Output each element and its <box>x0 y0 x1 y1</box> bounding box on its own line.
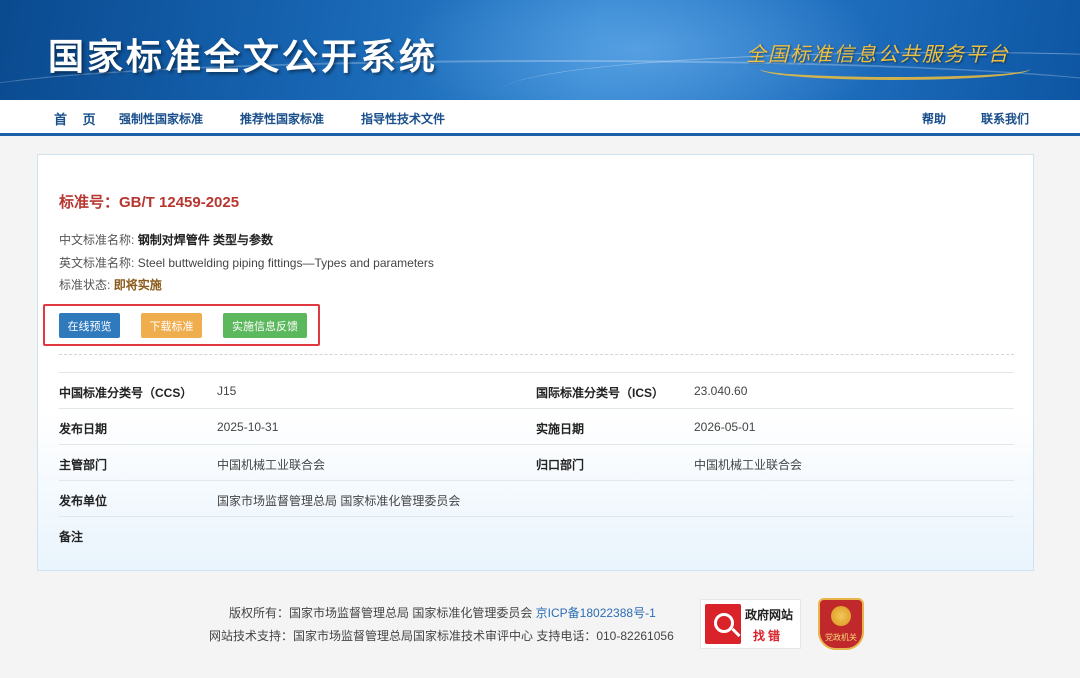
publish-date-value: 2025-10-31 <box>217 420 279 434</box>
icp-link[interactable]: 京ICP备18022388号-1 <box>536 606 656 620</box>
header-banner: 国家标准全文公开系统 全国标准信息公共服务平台 <box>0 0 1080 100</box>
standard-detail-card: 标准号：GB/T 12459-2025 中文标准名称: 钢制对焊管件 类型与参数… <box>37 154 1034 571</box>
party-badge-label: 党政机关 <box>825 633 857 642</box>
impl-date-label: 实施日期 <box>536 422 585 436</box>
magnifier-handle <box>731 627 741 638</box>
cn-name-label: 中文标准名称: <box>59 233 135 247</box>
publish-date-label: 发布日期 <box>59 422 108 436</box>
en-name-label: 英文标准名称: <box>59 256 135 270</box>
ics-value: 23.040.60 <box>694 384 748 398</box>
gov-badge-title: 政府网站 <box>745 608 794 622</box>
party-government-badge[interactable]: 党政机关 <box>818 598 864 650</box>
detail-row-departments: 主管部门 中国机械工业联合会 归口部门 中国机械工业联合会 <box>59 444 1014 480</box>
nav-guidance[interactable]: 指导性技术文件 <box>361 110 445 127</box>
nav-home[interactable]: 首 页 <box>54 109 102 128</box>
detail-row-dates: 发布日期 2025-10-31 实施日期 2026-05-01 <box>59 408 1014 444</box>
status-label: 标准状态: <box>59 278 111 292</box>
gov-badge-subtitle: 找错 <box>753 629 784 643</box>
divider <box>59 354 1014 355</box>
publisher-label: 发布单位 <box>59 494 108 508</box>
en-name-value: Steel buttwelding piping fittings—Types … <box>137 256 434 270</box>
copyright-text: 版权所有：国家市场监督管理总局 国家标准化管理委员会 <box>229 606 536 620</box>
remark-label: 备注 <box>59 530 84 544</box>
nav-contact[interactable]: 联系我们 <box>981 110 1029 127</box>
main-nav: 首 页 强制性国家标准 推荐性国家标准 指导性技术文件 帮助 联系我们 <box>0 100 1080 136</box>
detail-row-classification: 中国标准分类号（CCS） J15 国际标准分类号（ICS） 23.040.60 <box>59 372 1014 408</box>
site-slogan: 全国标准信息公共服务平台 <box>746 42 1010 66</box>
ics-label: 国际标准分类号（ICS） <box>536 386 665 400</box>
standard-number: 标准号：GB/T 12459-2025 <box>59 191 239 212</box>
site-title: 国家标准全文公开系统 <box>48 37 439 78</box>
impl-date-value: 2026-05-01 <box>694 420 756 434</box>
status-badge: 即将实施 <box>113 278 162 292</box>
ccs-value: J15 <box>217 384 237 398</box>
nav-mandatory[interactable]: 强制性国家标准 <box>119 110 203 127</box>
detail-row-remark: 备注 <box>59 516 1014 552</box>
emblem-icon <box>831 606 851 626</box>
authority-value: 中国机械工业联合会 <box>217 458 326 472</box>
standard-number-label: 标准号： <box>59 194 120 211</box>
standard-number-value: GB/T 12459-2025 <box>119 194 240 211</box>
tc-label: 归口部门 <box>536 458 585 472</box>
ccs-label: 中国标准分类号（CCS） <box>59 386 193 400</box>
magnifier-icon <box>705 604 741 644</box>
cn-name-line: 中文标准名称: 钢制对焊管件 类型与参数 <box>59 231 273 248</box>
publisher-value: 国家市场监督管理总局 国家标准化管理委员会 <box>217 494 461 508</box>
authority-label: 主管部门 <box>59 458 108 472</box>
nav-recommended[interactable]: 推荐性国家标准 <box>240 110 324 127</box>
nav-help[interactable]: 帮助 <box>922 110 946 127</box>
download-button[interactable]: 下载标准 <box>141 313 202 338</box>
gov-site-error-badge[interactable]: 政府网站 找错 <box>700 599 801 649</box>
cn-name-value: 钢制对焊管件 类型与参数 <box>137 233 274 247</box>
preview-button[interactable]: 在线预览 <box>59 313 120 338</box>
footer-tech-support: 网站技术支持：国家市场监督管理总局国家标准技术审评中心 支持电话：010-822… <box>209 629 674 643</box>
status-line: 标准状态: 即将实施 <box>59 276 162 293</box>
footer-copyright: 版权所有：国家市场监督管理总局 国家标准化管理委员会 京ICP备18022388… <box>229 604 656 621</box>
feedback-button[interactable]: 实施信息反馈 <box>223 313 307 338</box>
en-name-line: 英文标准名称: Steel buttwelding piping fitting… <box>59 254 434 271</box>
tc-value: 中国机械工业联合会 <box>694 458 803 472</box>
detail-row-publisher: 发布单位 国家市场监督管理总局 国家标准化管理委员会 <box>59 480 1014 516</box>
